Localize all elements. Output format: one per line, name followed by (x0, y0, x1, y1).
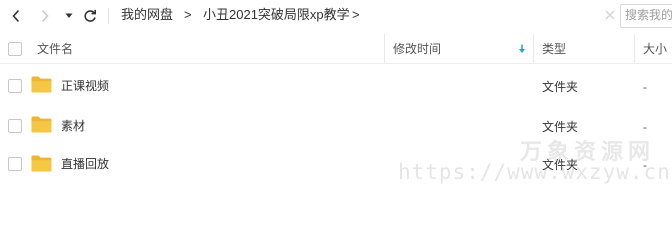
breadcrumb-separator: > (184, 7, 192, 22)
column-header-name[interactable]: 文件名 (37, 34, 73, 63)
breadcrumb-current-folder[interactable]: 小丑2021突破局限xp教学 (203, 7, 350, 23)
folder-icon (31, 76, 52, 93)
column-divider[interactable] (384, 34, 385, 63)
refresh-icon (84, 9, 96, 22)
file-size: - (643, 120, 647, 134)
caret-down-icon (65, 13, 73, 18)
watermark-url: https://www.wxzyw.cn (398, 160, 671, 184)
row-checkbox[interactable] (8, 79, 22, 93)
toolbar: 我的网盘 > 小丑2021突破局限xp教学 > (0, 0, 672, 31)
toolbar-divider (108, 8, 109, 24)
file-type: 文件夹 (542, 80, 579, 94)
file-name[interactable]: 素材 (61, 119, 85, 133)
table-header: 文件名 修改时间 类型 大小 (0, 34, 672, 64)
column-divider[interactable] (634, 34, 635, 63)
close-icon[interactable] (604, 9, 616, 21)
sort-down-arrow-icon[interactable] (518, 44, 526, 54)
back-button[interactable] (6, 5, 26, 27)
select-all-checkbox[interactable] (8, 42, 22, 56)
history-dropdown-button[interactable] (62, 5, 76, 27)
file-name[interactable]: 正课视频 (61, 79, 109, 93)
row-checkbox[interactable] (8, 157, 22, 171)
chevron-left-icon (12, 9, 20, 23)
file-type: 文件夹 (542, 120, 579, 134)
row-checkbox[interactable] (8, 119, 22, 133)
column-divider[interactable] (533, 34, 534, 63)
chevron-right-icon (41, 9, 49, 23)
search-input[interactable] (621, 5, 672, 25)
file-name[interactable]: 直播回放 (61, 157, 109, 171)
column-header-size[interactable]: 大小 (643, 34, 667, 63)
folder-icon (31, 155, 52, 172)
breadcrumb-root[interactable]: 我的网盘 (121, 7, 173, 23)
refresh-button[interactable] (80, 5, 100, 27)
folder-icon (31, 116, 52, 133)
column-header-modified[interactable]: 修改时间 (393, 34, 441, 63)
table-row[interactable]: 正课视频 文件夹 - (0, 66, 672, 105)
breadcrumb-separator: > (352, 7, 360, 22)
search-box[interactable] (620, 4, 672, 28)
forward-button[interactable] (35, 5, 55, 27)
column-header-type[interactable]: 类型 (542, 34, 566, 63)
file-size: - (643, 80, 647, 94)
